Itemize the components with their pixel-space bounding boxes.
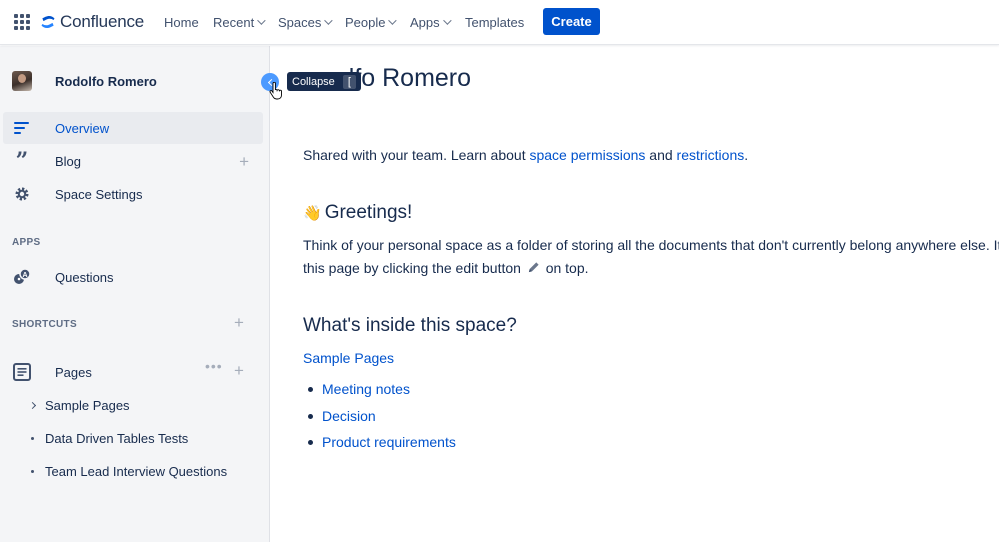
shared-prefix: Shared with your team. Learn about: [303, 147, 530, 163]
apps-section-title: APPS: [12, 237, 41, 248]
nav-apps[interactable]: Apps: [410, 13, 452, 31]
meeting-notes-link[interactable]: Meeting notes: [322, 381, 410, 397]
greeting-line2-start: this page by clicking the edit button: [303, 260, 521, 276]
questions-icon: A: [13, 268, 31, 286]
chevron-down-icon: [257, 16, 266, 25]
greetings-heading-text: Greetings!: [324, 202, 413, 223]
add-blog-plus-icon[interactable]: +: [239, 153, 249, 170]
nav-home-label: Home: [164, 14, 199, 30]
waving-hand-icon: 👋: [303, 205, 322, 222]
bullet-icon: [26, 437, 38, 440]
nav-spaces-label: Spaces: [278, 14, 322, 30]
nav-home[interactable]: Home: [164, 13, 199, 31]
bullet-icon: [308, 413, 313, 419]
bullet-icon: [308, 386, 313, 392]
sidebar-item-label: Questions: [55, 269, 114, 285]
shared-notice: Shared with your team. Learn about space…: [303, 147, 748, 163]
collapse-tooltip: Collapse [: [287, 72, 361, 91]
nav-people-label: People: [345, 14, 386, 30]
decision-link[interactable]: Decision: [322, 408, 376, 424]
shared-and: and: [645, 147, 677, 163]
confluence-logo[interactable]: Confluence: [40, 11, 144, 33]
chevron-down-icon: [442, 16, 452, 25]
brand-name: Confluence: [60, 12, 145, 31]
chevron-right-icon[interactable]: [26, 401, 38, 410]
nav-spaces[interactable]: Spaces: [278, 13, 334, 31]
sidebar-item-space-settings[interactable]: Space Settings: [3, 178, 263, 210]
shortcuts-section-title: SHORTCUTS: [12, 319, 77, 330]
tree-item-label: Data Driven Tables Tests: [45, 431, 189, 446]
sidebar-item-label: Pages: [55, 364, 92, 380]
avatar: [12, 71, 32, 91]
sample-pages-link[interactable]: Sample Pages: [303, 350, 394, 366]
greeting-paragraph-line1: Think of your personal space as a folder…: [303, 237, 999, 253]
space-sidebar: Rodolfo Romero Overview ” Blog + Space S…: [0, 46, 270, 542]
pages-icon: [13, 363, 31, 381]
list-item: Decision: [308, 408, 376, 424]
app-switcher-grid-icon[interactable]: [14, 14, 30, 30]
tree-item-label: Team Lead Interview Questions: [45, 464, 228, 479]
bullet-icon: [26, 470, 38, 473]
tree-item-sample-pages[interactable]: Sample Pages: [26, 398, 130, 413]
tree-item-data-driven-tables[interactable]: Data Driven Tables Tests: [26, 431, 188, 446]
sidebar-item-pages[interactable]: Pages: [3, 356, 263, 388]
restrictions-link[interactable]: restrictions: [677, 147, 745, 163]
nav-templates[interactable]: Templates: [465, 13, 524, 31]
hand-pointer-cursor-icon: [269, 82, 282, 100]
overview-lines-icon: [13, 119, 31, 137]
greetings-heading: 👋 Greetings!: [303, 202, 412, 224]
create-button[interactable]: Create: [543, 8, 600, 35]
confluence-logo-icon: [41, 15, 55, 29]
tree-item-label: Sample Pages: [45, 398, 130, 413]
list-item: Meeting notes: [308, 381, 410, 397]
sidebar-item-label: Blog: [55, 153, 82, 169]
quote-icon: ”: [15, 148, 29, 174]
inside-space-heading: What's inside this space?: [303, 315, 517, 336]
tooltip-text: Collapse: [292, 75, 335, 88]
chevron-down-icon: [388, 16, 398, 25]
tooltip-shortcut-key: [: [342, 74, 356, 89]
gear-icon: [13, 185, 31, 203]
chevron-down-icon: [324, 16, 334, 25]
add-shortcut-plus-icon[interactable]: +: [234, 313, 244, 333]
sidebar-item-label: Overview: [55, 120, 110, 136]
more-actions-icon[interactable]: •••: [205, 358, 223, 374]
nav-templates-label: Templates: [465, 14, 525, 30]
list-item: Product requirements: [308, 434, 456, 450]
pencil-icon: [528, 262, 539, 273]
space-permissions-link[interactable]: space permissions: [529, 147, 645, 163]
page-title-text: lfo Romero: [348, 64, 472, 92]
sidebar-item-overview[interactable]: Overview: [3, 112, 263, 144]
product-requirements-link[interactable]: Product requirements: [322, 434, 456, 450]
space-name: Rodolfo Romero: [55, 73, 157, 89]
shared-suffix: .: [744, 147, 749, 163]
nav-recent-label: Recent: [213, 14, 255, 30]
space-header[interactable]: Rodolfo Romero: [12, 71, 157, 91]
tree-item-team-lead-interview[interactable]: Team Lead Interview Questions: [26, 464, 227, 479]
sidebar-item-questions[interactable]: A Questions: [3, 261, 263, 293]
add-page-plus-icon[interactable]: +: [234, 361, 244, 381]
top-navigation: Confluence Home Recent Spaces People App…: [0, 0, 999, 45]
nav-people[interactable]: People: [345, 13, 398, 31]
svg-text:A: A: [22, 272, 27, 279]
greeting-line2-end: on top.: [545, 260, 589, 276]
sidebar-item-blog[interactable]: ” Blog +: [3, 145, 263, 177]
bullet-icon: [308, 439, 313, 445]
greeting-paragraph-line2: this page by clicking the edit button on…: [303, 260, 589, 276]
nav-apps-label: Apps: [410, 14, 440, 30]
sidebar-item-label: Space Settings: [55, 186, 143, 202]
nav-recent[interactable]: Recent: [213, 13, 266, 31]
